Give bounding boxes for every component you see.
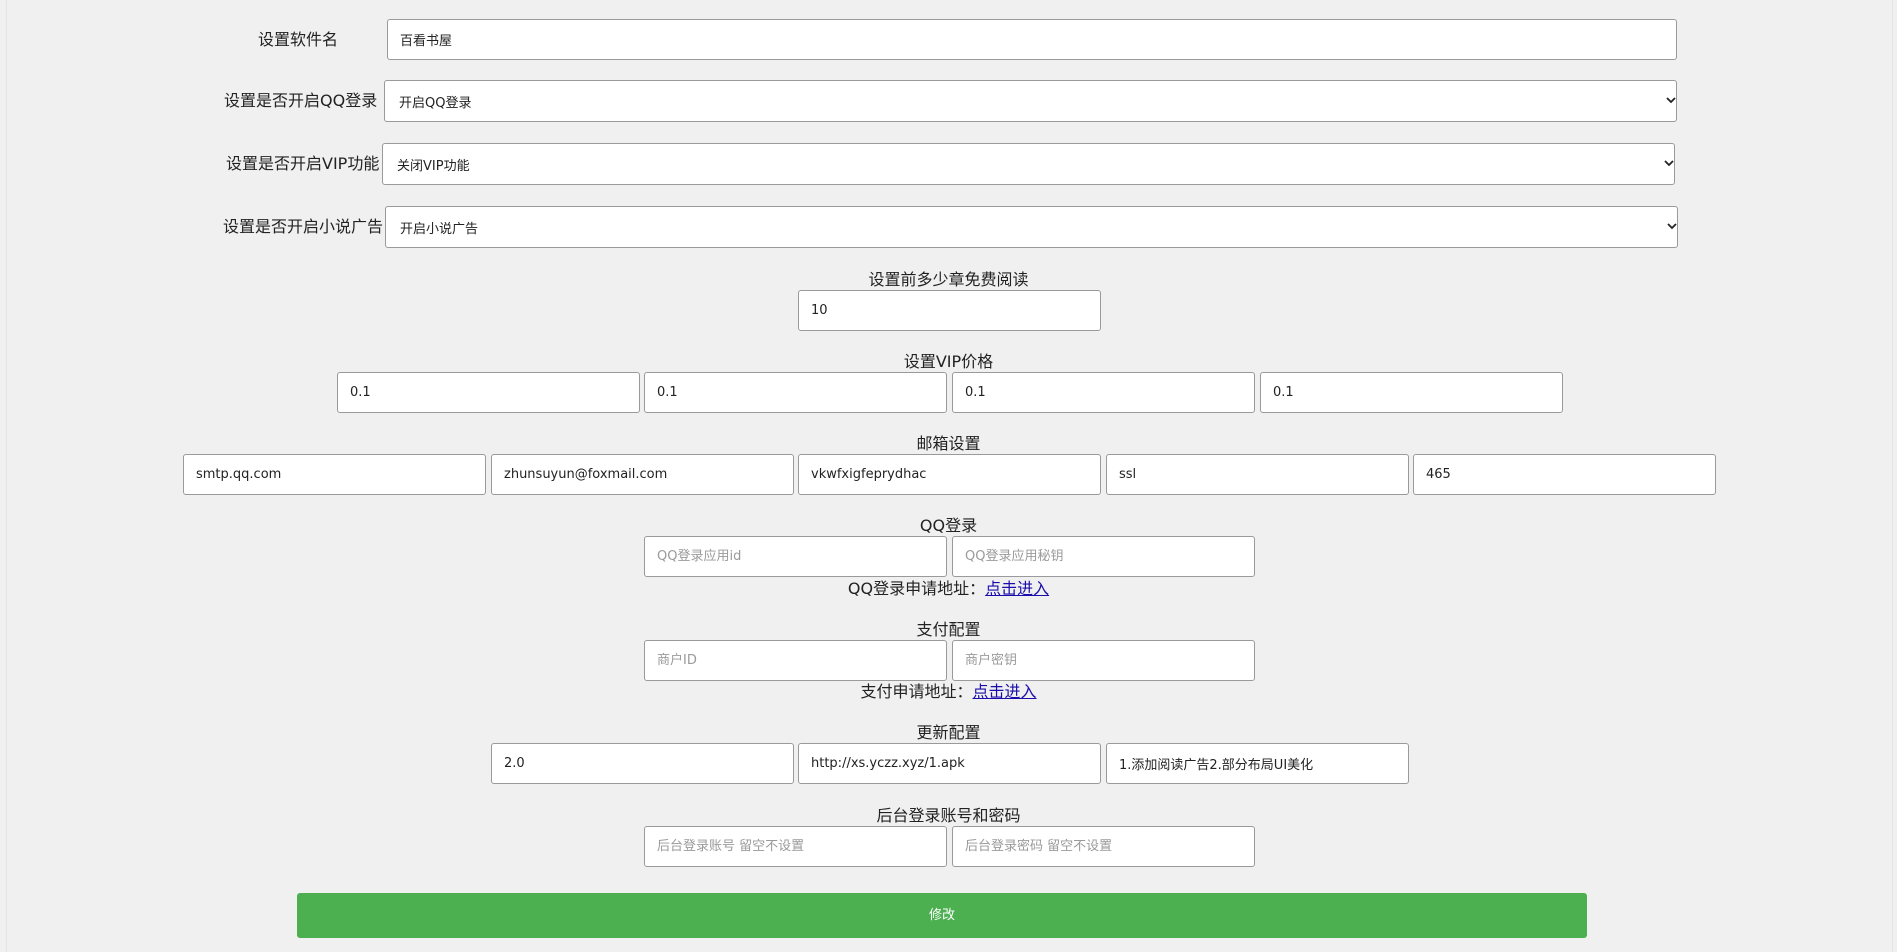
vip-select[interactable]: 关闭VIP功能 [382,143,1675,185]
ad-toggle-label: 设置是否开启小说广告 [223,217,384,236]
submit-button[interactable]: 修改 [297,893,1587,938]
payment-section-label: 支付配置 [916,620,981,639]
update-notes-input[interactable] [1106,743,1409,784]
payment-apply-text: 支付申请地址： [860,682,973,701]
qq-login-selected-value: 开启QQ登录 [399,96,472,111]
merchant-id-input[interactable] [644,640,947,681]
vip-price-input-1[interactable] [337,372,640,413]
qq-app-id-input[interactable] [644,536,947,577]
email-auth-code-input[interactable] [798,454,1101,495]
ad-selected-value: 开启小说广告 [400,222,479,237]
free-chapters-input[interactable] [798,290,1101,331]
vip-price-input-4[interactable] [1260,372,1563,413]
email-port-input[interactable] [1413,454,1716,495]
email-security-input[interactable] [1106,454,1409,495]
merchant-key-input[interactable] [952,640,1255,681]
admin-password-input[interactable] [952,826,1255,867]
software-name-label: 设置软件名 [258,30,339,49]
qq-login-select[interactable]: 开启QQ登录 [384,80,1677,122]
qq-apply-text: QQ登录申请地址： [847,579,986,598]
payment-apply-link[interactable]: 点击进入 [973,682,1037,701]
qq-login-toggle-label: 设置是否开启QQ登录 [224,91,378,110]
ad-select[interactable]: 开启小说广告 [385,206,1678,248]
vip-selected-value: 关闭VIP功能 [397,159,470,174]
software-name-input[interactable] [387,19,1677,60]
vip-price-input-2[interactable] [644,372,947,413]
qq-apply-line: QQ登录申请地址：点击进入 [6,579,1891,599]
email-address-input[interactable] [491,454,794,495]
update-version-input[interactable] [491,743,794,784]
qq-login-section-label: QQ登录 [919,516,978,535]
email-smtp-input[interactable] [183,454,486,495]
qq-app-key-input[interactable] [952,536,1255,577]
free-chapters-label: 设置前多少章免费阅读 [868,270,1029,289]
email-settings-label: 邮箱设置 [916,434,981,453]
vip-price-input-3[interactable] [952,372,1255,413]
update-section-label: 更新配置 [916,723,981,742]
admin-section-label: 后台登录账号和密码 [876,806,1021,825]
qq-apply-link[interactable]: 点击进入 [985,579,1049,598]
vip-price-label: 设置VIP价格 [903,352,994,371]
update-url-input[interactable] [798,743,1101,784]
admin-account-input[interactable] [644,826,947,867]
payment-apply-line: 支付申请地址：点击进入 [6,682,1891,702]
vip-toggle-label: 设置是否开启VIP功能 [226,154,380,173]
